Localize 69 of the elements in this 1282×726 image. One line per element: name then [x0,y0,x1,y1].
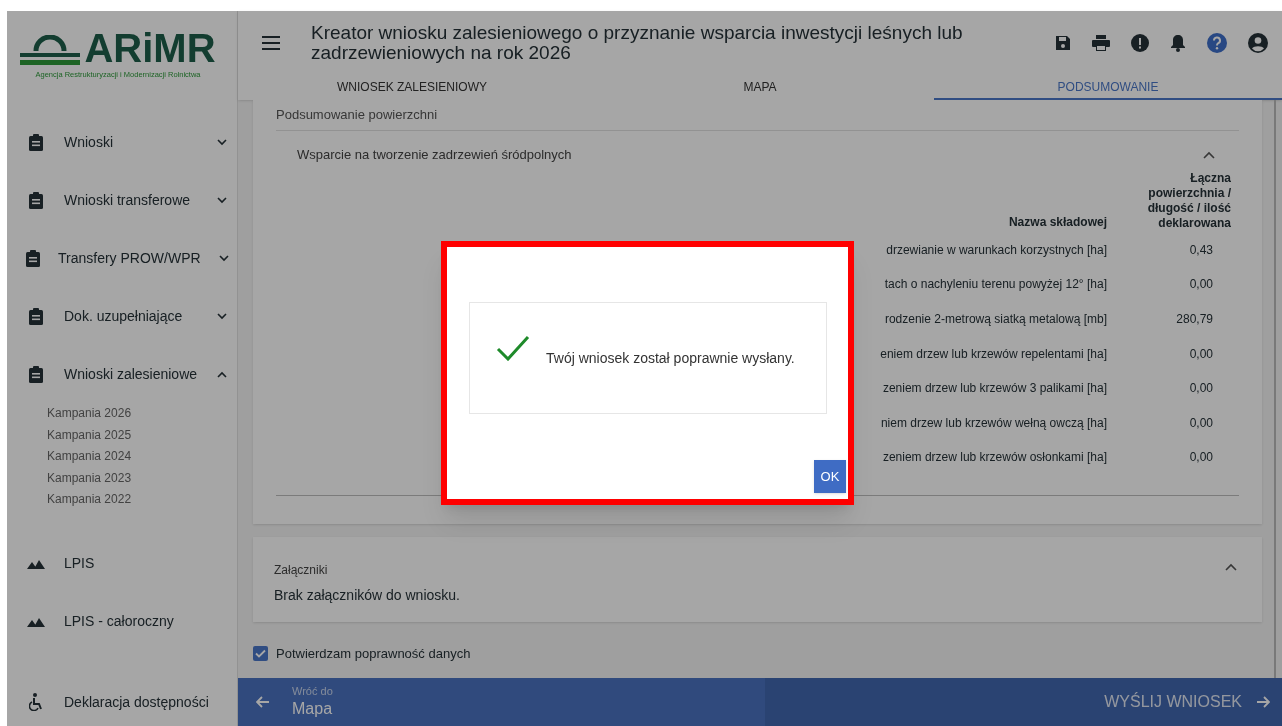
confirm-checkbox[interactable] [253,645,268,661]
arrow-right-icon [1256,696,1270,708]
campaign-link[interactable]: Kampania 2022 [47,489,237,511]
table-cell-text: tach o nachyleniu terenu powyżej 12° [ha] [883,276,1108,294]
table-cell-text: rodzenie 2-metrową siatką metalową [mb] [883,311,1108,328]
column-header: Nazwa składowej [1007,213,1108,231]
chevron-icon [217,312,227,320]
table-cell-text: 0,00 [1188,380,1214,398]
chevron-icon [217,370,227,378]
chevron-icon [217,196,227,204]
chevron-icon [217,138,227,146]
tab[interactable]: WNIOSEK ZALESIENIOWY [238,75,586,100]
page-title: Kreator wniosku zalesieniowego o przyznanie wsparcia inwestycji leśnych lub zadrzewieniowych na rok 2026 [311,23,964,63]
column-header: Łączna powierzchnia / długość / ilość deklarowana [1146,170,1231,232]
table-cell-text: 0,00 [1188,276,1214,294]
success-message: Twój wniosek został poprawnie wysłany. [546,348,795,368]
account-icon[interactable] [1248,33,1268,53]
table-cell-text: drzewianie w warunkach korzystnych [ha] [885,241,1108,259]
sidebar-item[interactable]: Wnioski transferowe [7,171,237,229]
table-cell-text: eniem drzew lub krzewów repelentami [ha] [880,345,1108,363]
menu-icon[interactable] [262,36,280,50]
back-button[interactable]: Wróć do Mapa [238,678,765,726]
campaign-link[interactable]: Kampania 2023 [47,467,237,489]
help-icon[interactable] [1207,33,1227,53]
table-cell-text: 280,79 [1175,311,1214,328]
chevron-icon [218,254,229,262]
collapse-icon[interactable] [1203,150,1215,159]
table-cell-text: 0,00 [1188,414,1214,432]
scrollbar[interactable] [1274,100,1276,678]
table-cell-text: zeniem drzew lub krzewów osłonkami [ha] [881,449,1108,467]
clipboard-icon [29,133,43,151]
arrow-left-icon [256,696,270,708]
sidebar-item[interactable]: LPIS [7,534,237,593]
section-title: Podsumowanie powierzchni [276,106,439,125]
logo-text: ARiMR [84,31,216,66]
tab[interactable]: MAPA [586,75,934,100]
campaign-link[interactable]: Kampania 2026 [47,403,237,425]
sidebar-item[interactable]: Wnioski zalesieniowe [7,345,237,403]
campaign-link[interactable]: Kampania 2025 [47,424,237,446]
campaign-link[interactable]: Kampania 2024 [47,446,237,468]
mountains-icon [27,616,45,627]
sidebar-item[interactable]: Wnioski [7,113,237,171]
table-cell-text: 0,00 [1188,345,1214,363]
mountains-icon [27,558,45,569]
clipboard-icon [29,365,43,383]
section-title: Wsparcie na tworzenie zadrzewień śródpolnych [297,146,573,164]
clipboard-icon [26,249,40,267]
accessibility-icon [29,693,43,711]
bell-icon[interactable] [1170,34,1186,52]
table-cell-text: 0,43 [1188,241,1214,259]
save-icon[interactable] [1055,35,1071,51]
clipboard-icon [29,191,43,209]
sidebar-item[interactable]: Dok. uzupełniające [7,287,237,345]
sidebar-item[interactable]: LPIS - całoroczny [7,592,237,651]
sidebar-item[interactable]: Transfery PROW/WPR [7,229,237,287]
logo-icon [20,35,81,66]
table-cell-text: niem drzew lub krzewów wełną owczą [ha] [880,414,1108,432]
attachments-message: Brak załączników do wniosku. [274,585,461,605]
table-cell-text: 0,00 [1188,449,1214,467]
collapse-icon[interactable] [1225,562,1237,571]
alert-icon[interactable] [1131,34,1149,52]
section-title: Załączniki [274,561,329,579]
ok-button[interactable]: OK [814,460,846,493]
checkmark-icon [496,335,530,361]
clipboard-icon [29,307,43,325]
sidebar-item[interactable]: Deklaracja dostępności [7,691,237,713]
confirm-label: Potwierdzam poprawność danych [276,644,471,663]
table-cell-text: zeniem drzew lub krzewów 3 palikami [ha] [881,380,1108,398]
print-icon[interactable] [1092,35,1110,51]
